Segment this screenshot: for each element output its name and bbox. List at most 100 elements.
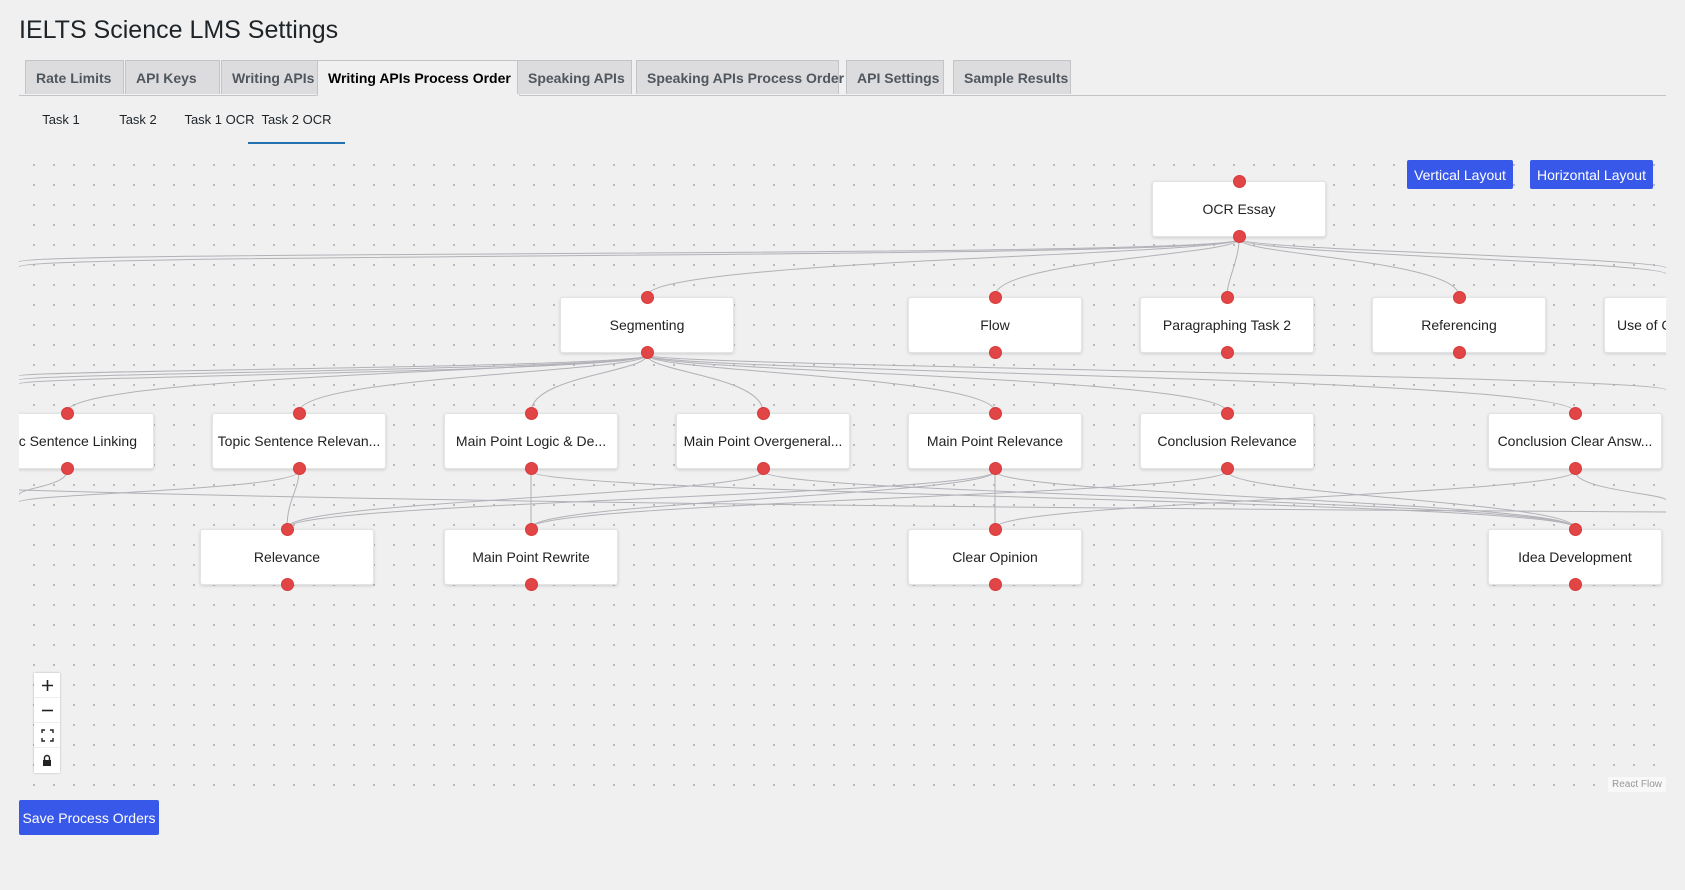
flow-node-use-of[interactable]: Use of C [1604,297,1666,353]
save-process-orders-button[interactable]: Save Process Orders [19,800,159,835]
flow-node-label: OCR Essay [1202,201,1276,217]
horizontal-layout-button[interactable]: Horizontal Layout [1530,160,1653,189]
flow-node-handle[interactable] [1569,407,1582,420]
flow-node-handle[interactable] [989,462,1002,475]
nav-tab-api-settings[interactable]: API Settings [846,60,944,94]
zoom-out-button[interactable] [34,698,60,723]
flow-node-main-point-relevance[interactable]: Main Point Relevance [908,407,1082,475]
flow-node-label: Conclusion Clear Answ... [1497,433,1653,449]
flow-node-handle[interactable] [525,407,538,420]
flow-node-handle[interactable] [1233,175,1246,188]
flow-node-handle[interactable] [989,578,1002,591]
settings-nav-tabs: Rate Limits API Keys Writing APIs Writin… [19,60,1666,96]
minus-icon [41,709,53,711]
nav-tab-speaking-apis[interactable]: Speaking APIs [517,60,632,94]
react-flow-attribution[interactable]: React Flow [1607,777,1666,792]
flow-node-handle[interactable] [293,407,306,420]
flow-node-conclusion-relevance[interactable]: Conclusion Relevance [1140,407,1314,475]
flow-node-flow[interactable]: Flow [908,291,1082,359]
flow-node-handle[interactable] [1453,291,1466,304]
fit-view-button[interactable] [34,723,60,748]
flow-node-main-point-logic[interactable]: Main Point Logic & De... [444,407,618,475]
flow-node-handle[interactable] [1221,346,1234,359]
edge [298,354,648,413]
edge [19,470,300,503]
flow-node-label: Flow [980,317,1010,333]
nav-tab-sample-results[interactable]: Sample Results [953,60,1071,94]
flow-node-clear-opinion[interactable]: Clear Opinion [908,523,1082,591]
edge [19,238,1240,263]
flow-node-label: Idea Development [1518,549,1632,565]
flow-node-handle[interactable] [1221,291,1234,304]
page-title: IELTS Science LMS Settings [19,16,339,44]
flow-node-main-point-rewrite[interactable]: Main Point Rewrite [444,523,618,591]
flow-node-handle[interactable] [989,407,1002,420]
flow-node-label: Main Point Logic & De... [455,433,607,449]
flow-node-handle[interactable] [989,291,1002,304]
flow-node-label: Use of C [1617,317,1666,333]
flow-node-label: Topic Sentence Relevan... [217,433,381,449]
nav-tab-speaking-apis-process-order[interactable]: Speaking APIs Process Order [636,60,844,94]
flow-node-handle[interactable] [61,462,74,475]
edge [994,470,1576,529]
flow-node-handle[interactable] [989,346,1002,359]
plus-icon [41,679,53,691]
flow-node-label: Main Point Rewrite [472,549,590,565]
flow-node-topic-sentence-linking[interactable]: ic Sentence Linking [19,407,154,475]
flow-node-topic-sentence-relevance[interactable]: Topic Sentence Relevan... [212,407,386,475]
flow-node-relevance[interactable]: Relevance [200,523,374,591]
flow-node-handle[interactable] [757,407,770,420]
nav-tab-api-keys[interactable]: API Keys [125,60,220,94]
nav-tab-writing-apis[interactable]: Writing APIs [221,60,328,94]
edge [1238,238,1460,297]
flow-node-handle[interactable] [641,291,654,304]
flow-node-segmenting[interactable]: Segmenting [560,291,734,359]
flow-node-conclusion-clear-answer[interactable]: Conclusion Clear Answ... [1488,407,1662,475]
flow-node-handle[interactable] [281,578,294,591]
flow-node-handle[interactable] [1221,462,1234,475]
flow-node-ocr-essay[interactable]: OCR Essay [1152,175,1326,243]
flow-node-handle[interactable] [1233,230,1246,243]
edge [646,354,1576,413]
flow-node-handle[interactable] [1453,346,1466,359]
process-flow-canvas[interactable]: OCR Essay Segmenting Flow Paragraphing T… [19,150,1666,792]
flow-node-handle[interactable] [525,462,538,475]
flow-node-label: Segmenting [609,317,685,333]
edge [530,470,1576,529]
flow-node-handle[interactable] [1221,407,1234,420]
flow-node-handle[interactable] [757,462,770,475]
edge [530,470,996,529]
edge [1226,238,1240,297]
flow-node-handle[interactable] [525,578,538,591]
sub-tab-task-2[interactable]: Task 2 [99,104,177,144]
flow-node-handle[interactable] [281,523,294,536]
flow-node-handle[interactable] [1569,578,1582,591]
sub-tab-task-1[interactable]: Task 1 [35,104,87,144]
edge [1574,470,1666,501]
flow-node-idea-development[interactable]: Idea Development [1488,523,1662,591]
fit-view-icon [40,728,54,742]
flow-node-referencing[interactable]: Referencing [1372,291,1546,359]
lock-icon [43,754,51,766]
lock-button[interactable] [34,748,60,773]
flow-node-handle[interactable] [641,346,654,359]
sub-tab-task-2-ocr[interactable]: Task 2 OCR [248,104,345,144]
flow-node-handle[interactable] [293,462,306,475]
flow-node-handle[interactable] [1569,523,1582,536]
flow-controls [34,673,60,773]
vertical-layout-button[interactable]: Vertical Layout [1407,160,1513,189]
nav-tab-writing-apis-process-order[interactable]: Writing APIs Process Order [317,60,520,96]
flow-node-handle[interactable] [989,523,1002,536]
edge [762,470,1576,529]
nav-tab-rate-limits[interactable]: Rate Limits [25,60,124,94]
flow-node-main-point-overgeneral[interactable]: Main Point Overgeneral... [676,407,850,475]
flow-node-handle[interactable] [525,523,538,536]
flow-node-handle[interactable] [61,407,74,420]
flow-node-handle[interactable] [1569,462,1582,475]
flow-node-label: Paragraphing Task 2 [1162,317,1292,333]
edge [646,354,1666,391]
edge [1238,238,1666,275]
flow-node-label: Main Point Relevance [926,433,1064,449]
zoom-in-button[interactable] [34,673,60,698]
flow-node-paragraphing-task-2[interactable]: Paragraphing Task 2 [1140,291,1314,359]
